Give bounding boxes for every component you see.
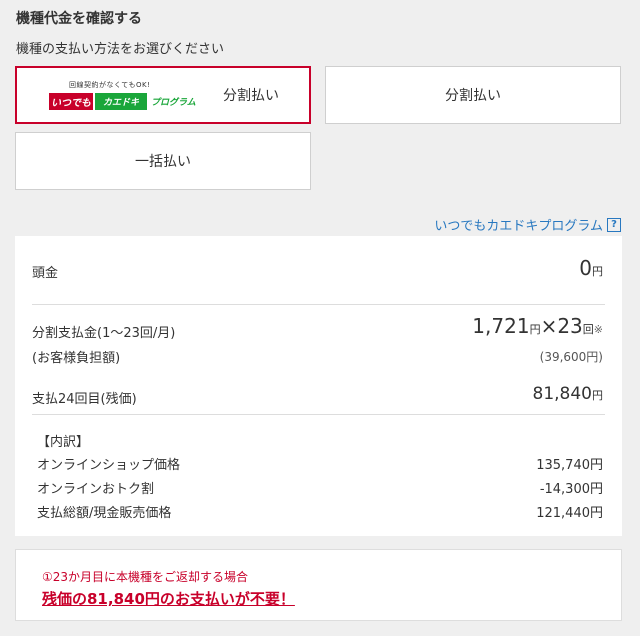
breakdown-item-label: 支払総額/現金販売価格	[37, 506, 172, 521]
final-payment-value: 81,840円	[533, 384, 603, 404]
notice-condition: ①23か月目に本機種をご返却する場合	[42, 570, 249, 584]
breakdown-item-label: オンラインショップ価格	[37, 458, 181, 473]
installment-unit: 円	[529, 323, 541, 336]
asterisk-note: ※	[593, 323, 603, 336]
times-symbol: ×	[540, 314, 558, 338]
breakdown-item: オンラインおトク割 -14,300円	[37, 478, 605, 497]
breakdown-item-value: 135,740円	[536, 458, 603, 473]
page-title: 機種代金を確認する	[16, 11, 142, 27]
breakdown-item: 支払総額/現金販売価格 121,440円	[37, 502, 605, 521]
lump-sum-option-label: 一括払い	[135, 154, 191, 170]
final-payment-unit: 円	[592, 389, 603, 402]
installment-count: 23	[557, 314, 583, 338]
breakdown-item-label: オンラインおトク割	[37, 482, 155, 497]
help-icon[interactable]: ?	[607, 217, 621, 232]
final-payment-row: 支払24回目(残価) 81,840円	[32, 384, 605, 407]
split-payment-option[interactable]: 分割払い	[325, 66, 621, 124]
final-payment-label: 支払24回目(残価)	[32, 392, 137, 407]
installment-total: (39,600円)	[539, 350, 603, 364]
kaedoki-program-link[interactable]: いつでもカエドキプログラム ?	[434, 215, 621, 234]
down-payment-label: 頭金	[32, 266, 59, 281]
breakdown-item-value: -14,300円	[539, 482, 603, 497]
installment-sublabel: (お客様負担額)	[32, 351, 121, 366]
logo-tagline: 回線契約がなくてもOK!	[69, 81, 151, 89]
kaedoki-program-logo: 回線契約がなくてもOK! いつでも カエドキ プログラム	[47, 75, 197, 115]
logo-program: プログラム	[151, 98, 196, 108]
breakdown-heading: 【内訳】	[37, 435, 90, 450]
installment-row: 分割支払金(1〜23回/月) (お客様負担額) 1,721円×23回※ (39,…	[32, 314, 605, 366]
installment-count-unit: 回	[582, 323, 594, 336]
final-payment-amount: 81,840	[532, 384, 592, 404]
split-option-label: 分割払い	[445, 88, 501, 104]
kaedoki-option-label: 分割払い	[223, 88, 279, 104]
kaedoki-program-option[interactable]: 回線契約がなくてもOK! いつでも カエドキ プログラム 分割払い	[15, 66, 311, 124]
breakdown-item: オンラインショップ価格 135,740円	[37, 454, 605, 473]
down-payment-amount: 0	[579, 256, 592, 280]
lump-sum-option[interactable]: 一括払い	[15, 132, 311, 190]
divider	[32, 414, 605, 415]
down-payment-value: 0円	[579, 256, 603, 280]
return-benefit-notice: ①23か月目に本機種をご返却する場合 残価の81,840円のお支払いが不要！	[15, 549, 622, 621]
installment-value: 1,721円×23回※	[472, 314, 603, 338]
payment-method-prompt: 機種の支払い方法をお選びください	[16, 42, 225, 57]
price-summary-panel: 頭金 0円 分割支払金(1〜23回/月) (お客様負担額) 1,721円×23回…	[15, 236, 622, 536]
breakdown-item-value: 121,440円	[536, 506, 603, 521]
logo-itsudemo: いつでも	[49, 93, 93, 110]
kaedoki-program-link-label[interactable]: いつでもカエドキプログラム	[434, 215, 603, 234]
down-payment-row: 頭金 0円	[32, 256, 605, 281]
logo-kaedoki: カエドキ	[95, 93, 147, 110]
notice-benefit: 残価の81,840円のお支払いが不要！	[42, 590, 295, 608]
divider	[32, 304, 605, 305]
installment-amount: 1,721	[472, 314, 530, 338]
down-payment-unit: 円	[592, 265, 603, 278]
breakdown-heading-row: 【内訳】	[37, 431, 605, 450]
